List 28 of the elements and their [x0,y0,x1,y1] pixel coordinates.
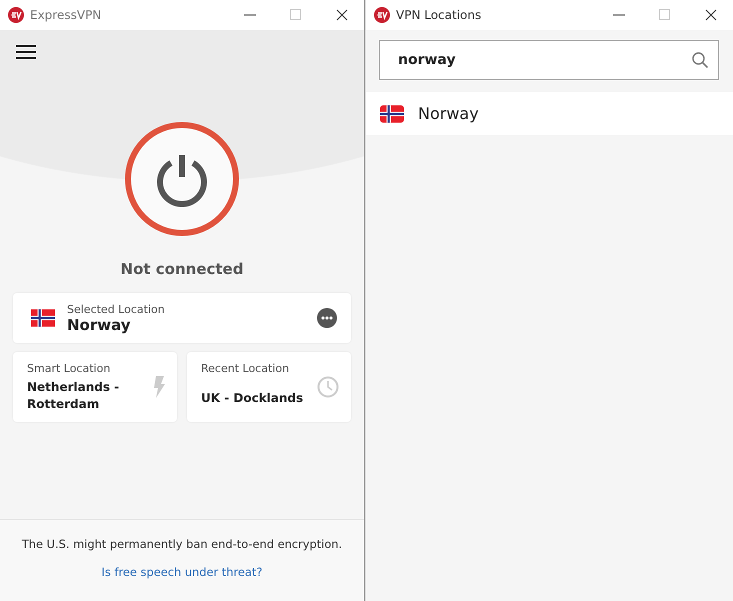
connection-status: Not connected [120,260,244,278]
close-button[interactable] [705,9,717,21]
location-result[interactable]: Norway [366,92,733,135]
card-label: Selected Location [67,302,166,316]
card-label: Recent Location [201,362,290,375]
location-name: Norway [67,316,132,334]
footer-message: The U.S. might permanently ban end-to-end encryption. [22,537,342,551]
window-title: ExpressVPN [30,8,102,22]
selected-location-card[interactable]: Selected Location Norway [13,293,351,343]
app-logo-icon [374,7,390,23]
search-input[interactable]: norway [398,41,692,79]
location-name: Netherlands - Rotterdam [27,379,120,413]
app-logo-icon [8,7,24,23]
search-icon [692,52,708,68]
location-shortcut-card[interactable]: Smart Location Netherlands - Rotterdam [13,352,177,422]
norway-flag-icon [31,309,55,327]
card-label: Smart Location [27,362,112,375]
location-shortcut-card[interactable]: Recent Location UK - Docklands [187,352,351,422]
norway-flag-icon [380,104,404,122]
menu-button[interactable] [16,44,36,60]
clock-icon [317,376,339,398]
footer-link[interactable]: Is free speech under threat? [102,565,262,579]
search-field[interactable]: norway [379,40,719,80]
more-options-icon[interactable] [317,308,337,328]
location-name: UK - Docklands [201,390,304,407]
lightning-icon [153,376,165,398]
close-button[interactable] [336,9,348,21]
window-title: VPN Locations [396,8,482,22]
